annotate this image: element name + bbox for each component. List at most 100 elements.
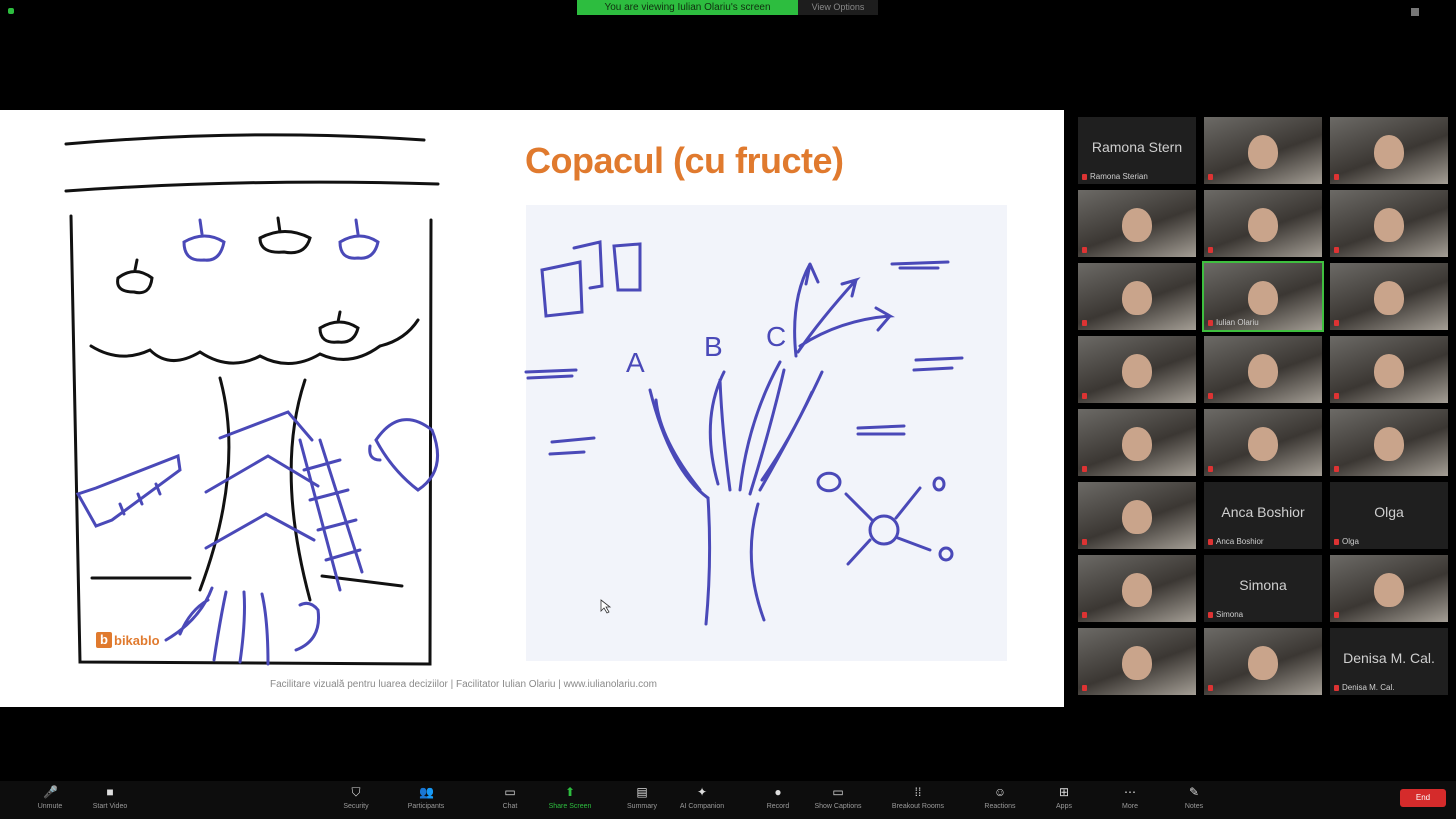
muted-mic-icon — [1334, 319, 1339, 326]
participant-tile[interactable] — [1078, 336, 1196, 403]
participant-tile[interactable]: Denisa M. Cal. Denisa M. Cal. — [1330, 628, 1448, 695]
muted-mic-icon — [1082, 538, 1087, 545]
participant-name-bar — [1208, 172, 1216, 181]
participant-tile[interactable] — [1204, 190, 1322, 257]
participant-name-bar — [1082, 537, 1090, 546]
participant-tile[interactable]: Anca Boshior Anca Boshior — [1204, 482, 1322, 549]
participant-video — [1122, 208, 1152, 242]
toolbar-ai-companion-button[interactable]: ✦ AI Companion — [672, 781, 732, 819]
toolbar-label: More — [1122, 803, 1138, 810]
participant-tile[interactable] — [1078, 482, 1196, 549]
participant-name-bar: Denisa M. Cal. — [1334, 683, 1394, 692]
muted-mic-icon — [1334, 611, 1339, 618]
participant-tile[interactable] — [1330, 336, 1448, 403]
muted-mic-icon — [1334, 173, 1339, 180]
participant-video — [1248, 135, 1278, 169]
participant-tile[interactable] — [1204, 409, 1322, 476]
participant-tile[interactable] — [1204, 117, 1322, 184]
fruit-icon — [116, 258, 154, 295]
trunk-left — [198, 376, 231, 592]
participant-tile[interactable] — [1204, 336, 1322, 403]
slide-title: Copacul (cu fructe) — [525, 140, 844, 181]
toolbar-apps-button[interactable]: ⊞ Apps — [1034, 781, 1094, 819]
more-icon: ⋯ — [1124, 785, 1136, 799]
trunk-right — [289, 378, 312, 602]
participant-name-bar — [1208, 391, 1216, 400]
muted-mic-icon — [1334, 684, 1339, 691]
participant-tile[interactable]: Olga Olga — [1330, 482, 1448, 549]
toolbar-label: AI Companion — [679, 803, 725, 810]
participant-tile[interactable] — [1078, 263, 1196, 330]
participant-video — [1374, 281, 1404, 315]
share-screen-icon: ⬆ — [564, 785, 576, 799]
participant-name-bar — [1082, 245, 1090, 254]
toolbar-unmute-button[interactable]: 🎤 Unmute — [20, 781, 80, 819]
participant-name-label: Simona — [1216, 610, 1244, 619]
toolbar-participants-button[interactable]: 👥 Participants — [396, 781, 456, 819]
basket-icon — [368, 418, 440, 492]
participant-tile[interactable] — [1078, 409, 1196, 476]
participant-display-name: Olga — [1374, 504, 1404, 520]
label-b: B — [704, 331, 723, 362]
muted-mic-icon — [1208, 611, 1213, 618]
toolbar-label: Start Video — [92, 803, 128, 810]
participant-video — [1374, 427, 1404, 461]
muted-mic-icon — [1334, 538, 1339, 545]
toolbar-chat-button[interactable]: ▭ Chat — [480, 781, 540, 819]
logo-text: bikablo — [114, 632, 160, 648]
label-a: A — [626, 347, 645, 378]
slide-footer: Facilitare vizuală pentru luarea decizii… — [269, 679, 658, 690]
participant-tile[interactable] — [1330, 263, 1448, 330]
participant-name-bar: Ramona Sterian — [1082, 172, 1148, 181]
participant-name-bar — [1082, 391, 1090, 400]
participant-display-name: Denisa M. Cal. — [1343, 650, 1435, 666]
meeting-toolbar: 🎤 Unmute ■ Start Video ⛉ Security 👥 Participant… — [0, 781, 1456, 819]
decor-line-1 — [64, 133, 426, 146]
end-meeting-button[interactable]: End — [1400, 789, 1446, 807]
toolbar-more-button[interactable]: ⋯ More — [1100, 781, 1160, 819]
participant-tile[interactable] — [1078, 555, 1196, 622]
toolbar-security-button[interactable]: ⛉ Security — [326, 781, 386, 819]
participant-video — [1374, 208, 1404, 242]
participant-tile[interactable] — [1078, 190, 1196, 257]
toolbar-start-video-button[interactable]: ■ Start Video — [80, 781, 140, 819]
toolbar-share-screen-button[interactable]: ⬆ Share Screen — [540, 781, 600, 819]
muted-mic-icon — [1082, 684, 1087, 691]
tree-crown — [89, 318, 420, 366]
toolbar-label: Share Screen — [548, 803, 592, 810]
participant-name-bar: Iulian Olariu — [1208, 318, 1259, 327]
fruit-icon — [182, 218, 226, 262]
participant-video — [1374, 135, 1404, 169]
toolbar-summary-button[interactable]: ▤ Summary — [612, 781, 672, 819]
toolbar-show-captions-button[interactable]: ▭ Show Captions — [808, 781, 868, 819]
logo-mark-icon: b — [96, 632, 112, 648]
muted-mic-icon — [1334, 465, 1339, 472]
participant-tile[interactable]: Ramona Stern Ramona Sterian — [1078, 117, 1196, 184]
participant-tile[interactable] — [1078, 628, 1196, 695]
muted-mic-icon — [1208, 319, 1213, 326]
participant-tile[interactable] — [1330, 409, 1448, 476]
participant-video — [1248, 208, 1278, 242]
muted-mic-icon — [1208, 173, 1213, 180]
toolbar-notes-button[interactable]: ✎ Notes — [1164, 781, 1224, 819]
toolbar-record-button[interactable]: ● Record — [748, 781, 808, 819]
participant-display-name: Simona — [1239, 577, 1287, 593]
participant-tile[interactable]: Iulian Olariu — [1202, 261, 1324, 332]
muted-mic-icon — [1082, 611, 1087, 618]
fruit-icon — [258, 216, 312, 255]
participant-tile[interactable] — [1330, 190, 1448, 257]
participant-tile[interactable]: Simona Simona — [1204, 555, 1322, 622]
participant-video — [1248, 427, 1278, 461]
toolbar-label: Apps — [1056, 803, 1072, 810]
participant-name-bar — [1082, 610, 1090, 619]
bark-arrows — [204, 410, 320, 550]
participant-name-bar: Anca Boshior — [1208, 537, 1264, 546]
toolbar-reactions-button[interactable]: ☺ Reactions — [970, 781, 1030, 819]
toolbar-label: Participants — [407, 803, 445, 810]
participant-tile[interactable] — [1204, 628, 1322, 695]
participant-tile[interactable] — [1330, 555, 1448, 622]
participant-tile[interactable] — [1330, 117, 1448, 184]
participant-name-bar — [1334, 318, 1342, 327]
toolbar-breakout-rooms-button[interactable]: ⁞⁞ Breakout Rooms — [888, 781, 948, 819]
muted-mic-icon — [1082, 246, 1087, 253]
